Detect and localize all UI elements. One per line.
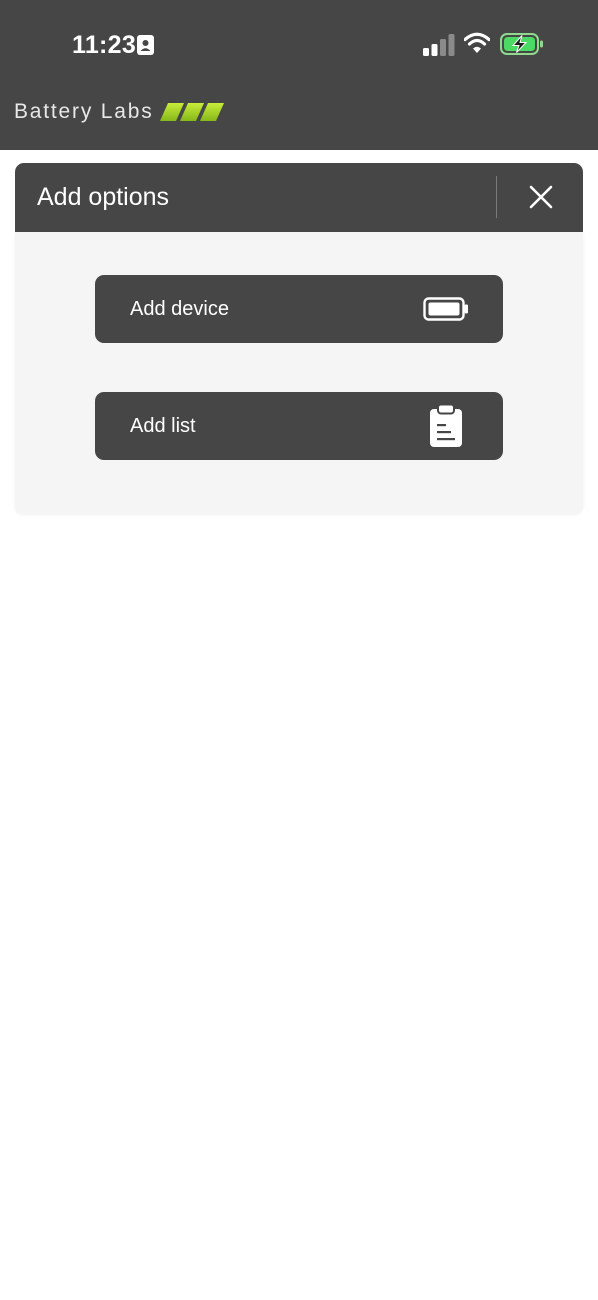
clipboard-icon xyxy=(430,404,462,447)
battery-charging-icon xyxy=(500,33,543,55)
close-icon xyxy=(529,185,553,209)
add-list-label: Add list xyxy=(130,414,196,437)
add-list-button[interactable]: Add list xyxy=(95,392,503,460)
battery-labs-logo: Battery Labs xyxy=(14,98,224,126)
add-options-header: Add options xyxy=(15,163,583,232)
cellular-signal-icon xyxy=(423,34,455,56)
wifi-icon xyxy=(464,32,490,53)
logo-stripes-icon xyxy=(159,103,224,121)
logo-text: Battery Labs xyxy=(14,100,154,123)
dialog-title: Add options xyxy=(37,183,170,211)
add-options-body: Add device Add list xyxy=(15,232,583,514)
id-card-icon xyxy=(137,35,154,55)
status-time: 11:23 xyxy=(72,30,137,59)
app-header: 11:23 Battery Labs xyxy=(0,0,598,150)
add-device-label: Add device xyxy=(130,297,229,320)
close-button[interactable] xyxy=(521,177,561,217)
header-divider xyxy=(496,176,497,218)
battery-icon xyxy=(423,297,468,321)
add-device-button[interactable]: Add device xyxy=(95,275,503,343)
